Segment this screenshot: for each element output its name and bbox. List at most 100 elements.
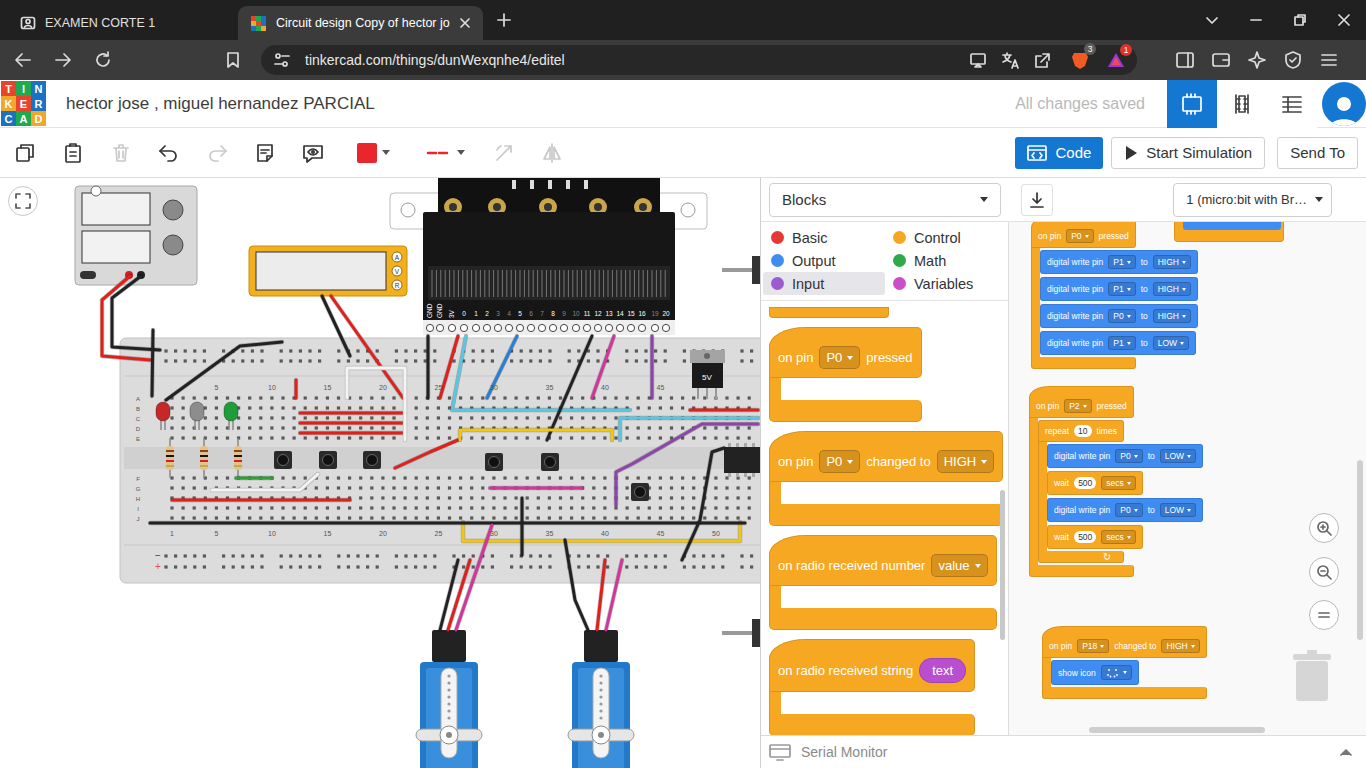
wire[interactable] xyxy=(651,336,654,398)
wallet-icon[interactable] xyxy=(1211,50,1231,70)
breadboard[interactable] xyxy=(120,338,760,583)
back-icon[interactable] xyxy=(13,50,33,70)
led[interactable] xyxy=(156,402,170,430)
push-button[interactable] xyxy=(631,483,649,501)
block-dropdown[interactable]: P1 xyxy=(1108,255,1135,269)
script-stack[interactable]: on pinP18changed toHIGHshow icon xyxy=(1042,626,1207,699)
resistor[interactable] xyxy=(200,438,208,478)
url-text[interactable]: tinkercad.com/things/dunWexqnhe4/editel xyxy=(305,52,565,68)
statement-block[interactable]: wait500secs xyxy=(1047,471,1143,495)
color-swatch[interactable] xyxy=(357,143,377,163)
code-button[interactable]: Code xyxy=(1015,137,1103,169)
statement-row[interactable]: digital write pinP1toHIGH xyxy=(1040,277,1198,301)
statement-block[interactable]: digital write pinP1toHIGH xyxy=(1040,250,1198,274)
wire[interactable] xyxy=(606,560,622,630)
statement-block[interactable]: wait500secs xyxy=(1047,525,1143,549)
wire[interactable] xyxy=(616,424,758,505)
statement-row[interactable]: digital write pinP0toLOW xyxy=(1047,444,1203,468)
hat-block[interactable]: on pinP0changed toHIGH xyxy=(769,431,1003,526)
hat-block[interactable]: on pinP18changed toHIGHshow icon xyxy=(1042,626,1207,699)
chevron-down-icon[interactable] xyxy=(1205,13,1219,27)
push-button[interactable] xyxy=(274,451,292,469)
trash-can[interactable] xyxy=(1292,650,1332,702)
category-item[interactable]: Control xyxy=(885,226,1007,249)
wire[interactable] xyxy=(150,522,745,525)
block-header[interactable]: on radio received numbervalue xyxy=(769,535,997,586)
statement-block[interactable]: digital write pinP1toLOW xyxy=(1040,331,1196,355)
edge-component[interactable] xyxy=(722,256,760,284)
servo-motor[interactable] xyxy=(416,630,482,768)
wire[interactable] xyxy=(347,368,405,440)
statement-block[interactable]: digital write pinP0toLOW xyxy=(1047,498,1203,522)
sidebar-icon[interactable] xyxy=(1175,50,1195,70)
list-view-button[interactable] xyxy=(1267,80,1317,128)
category-item[interactable]: Input xyxy=(763,272,885,295)
wire[interactable] xyxy=(300,422,405,425)
circuit-drawing[interactable]: AVRGNDGND3V01234567891011121314151619205… xyxy=(0,178,760,768)
close-icon[interactable] xyxy=(459,17,471,29)
statement-row[interactable]: digital write pinP1toHIGH xyxy=(1040,250,1198,274)
wire[interactable] xyxy=(490,487,582,490)
wire[interactable] xyxy=(236,477,272,480)
block-dropdown[interactable]: P0 xyxy=(1066,229,1093,243)
design-title[interactable]: hector jose , miguel hernandez PARCIAL xyxy=(66,94,375,114)
push-button[interactable] xyxy=(541,453,559,471)
script-workspace[interactable]: on pinP0presseddigital write pinP1toHIGH… xyxy=(1009,222,1366,735)
url-field[interactable]: tinkercad.com/things/dunWexqnhe4/editel3… xyxy=(261,45,1137,75)
statement-row[interactable]: wait500secs xyxy=(1047,471,1143,495)
block-dropdown[interactable]: LOW xyxy=(1160,449,1196,463)
minimize-icon[interactable] xyxy=(1249,13,1263,27)
block-dropdown[interactable]: HIGH xyxy=(937,450,995,473)
block-dropdown[interactable]: P0 xyxy=(1108,309,1135,323)
reset-zoom-button[interactable] xyxy=(1309,600,1339,630)
tinkercad-logo[interactable]: TINKERCAD xyxy=(1,81,46,126)
expand-up-icon[interactable] xyxy=(1340,747,1352,757)
wire[interactable] xyxy=(331,296,403,398)
zoom-out-button[interactable] xyxy=(1309,557,1339,587)
push-button[interactable] xyxy=(363,451,381,469)
hat-block[interactable]: on radio received stringtext xyxy=(769,639,975,735)
block-header[interactable]: on pinP2pressed xyxy=(1029,386,1134,418)
horizontal-scrollbar[interactable] xyxy=(1089,727,1265,733)
paste-button[interactable] xyxy=(49,133,97,173)
wire[interactable] xyxy=(690,409,758,412)
wire[interactable] xyxy=(460,430,612,440)
device-dropdown[interactable]: 1 (micro:bit with Br… xyxy=(1173,183,1332,217)
hat-block[interactable]: on radio received numbervalue xyxy=(769,535,997,630)
block-fragment-inner[interactable] xyxy=(1183,222,1281,230)
palette-scrollbar[interactable] xyxy=(1000,490,1005,640)
statement-row[interactable]: digital write pinP1toLOW xyxy=(1040,331,1196,355)
ic-chip[interactable] xyxy=(724,443,760,477)
script-stack[interactable] xyxy=(1174,222,1284,246)
share-icon[interactable] xyxy=(1033,51,1051,69)
hat-block[interactable]: on pinP0presseddigital write pinP1toHIGH… xyxy=(1031,222,1198,369)
push-button[interactable] xyxy=(319,451,337,469)
line-style-button[interactable] xyxy=(410,133,480,173)
wire[interactable] xyxy=(395,440,458,468)
brave-rewards-button[interactable]: 1 xyxy=(1107,51,1125,69)
wire[interactable] xyxy=(547,336,592,440)
statement-row[interactable]: digital write pinP0toLOW xyxy=(1047,498,1203,522)
block-dropdown[interactable]: secs xyxy=(1101,476,1135,490)
number-input[interactable]: 500 xyxy=(1074,531,1096,543)
led[interactable] xyxy=(224,402,238,430)
number-input[interactable]: 500 xyxy=(1074,477,1096,489)
block-header[interactable]: on pinP18changed toHIGH xyxy=(1042,626,1207,658)
notes-visibility-button[interactable] xyxy=(289,133,337,173)
note-button[interactable] xyxy=(241,133,289,173)
block-dropdown[interactable]: P18 xyxy=(1077,639,1109,653)
trash-icon[interactable] xyxy=(1292,650,1332,702)
category-item[interactable]: Math xyxy=(885,249,1007,272)
circuit-canvas[interactable]: AVRGNDGND3V01234567891011121314151619205… xyxy=(0,178,760,768)
block-dropdown[interactable]: P0 xyxy=(819,346,860,369)
microbit[interactable]: GNDGND3V0123456789101112131415161920 xyxy=(390,178,707,335)
leo-star-icon[interactable] xyxy=(1247,50,1267,70)
block-header[interactable]: on pinP0changed toHIGH xyxy=(769,431,1003,482)
statement-block[interactable]: digital write pinP1toHIGH xyxy=(1040,277,1198,301)
start-simulation-button[interactable]: Start Simulation xyxy=(1111,137,1265,169)
block-header[interactable]: on radio received stringtext xyxy=(769,639,975,692)
statement-row[interactable]: show icon xyxy=(1051,660,1139,685)
resistor[interactable] xyxy=(166,438,174,478)
reporter-slot[interactable]: text xyxy=(919,658,966,683)
hat-block[interactable]: on pinP0pressed xyxy=(769,327,922,422)
